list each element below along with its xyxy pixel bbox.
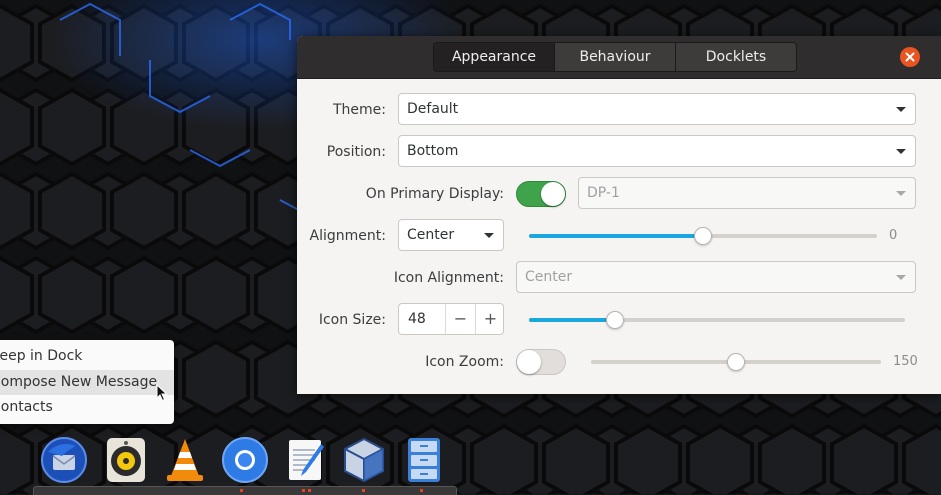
primary-display-label: On Primary Display: [365,186,504,202]
theme-label: Theme: [332,102,386,118]
icon-size-value[interactable]: 48 [408,304,426,334]
alignment-value: Center [407,227,455,243]
primary-display-switch[interactable] [516,181,566,207]
dock-preferences-window: Appearance Behaviour Docklets Theme: Def… [297,36,941,394]
running-indicator [420,489,423,492]
chevron-down-icon [896,107,906,112]
slider-fill [529,318,616,322]
theme-value: Default [407,101,459,117]
thunderbird-icon[interactable] [40,436,88,484]
icon-size-spinbox[interactable]: 48 − + [398,303,504,335]
display-value: DP-1 [587,185,620,201]
icon-zoom-switch[interactable] [516,349,566,375]
tab-bar: Appearance Behaviour Docklets [433,42,797,72]
display-combo: DP-1 [578,177,916,209]
text-editor-icon[interactable] [281,436,329,484]
running-indicator [240,489,243,492]
icon-size-slider-handle[interactable] [606,311,625,329]
window-titlebar[interactable]: Appearance Behaviour Docklets [297,36,941,79]
position-value: Bottom [407,143,459,159]
vlc-icon[interactable] [161,436,209,484]
switch-knob [517,350,541,374]
rhythmbox-icon[interactable] [102,436,150,484]
menu-item-label: Keep in Dock [0,348,83,364]
chevron-down-icon [896,275,906,280]
icon-alignment-combo: Center [516,261,916,293]
chevron-down-icon [484,233,494,238]
menu-item-label: Contacts [0,399,53,415]
dock-context-menu: Keep in Dock Compose New Message Contact… [0,340,174,424]
tab-docklets[interactable]: Docklets [676,43,796,71]
menu-item-compose-new-message[interactable]: Compose New Message [0,370,174,395]
alignment-slider-handle[interactable] [694,227,712,245]
position-combo[interactable]: Bottom [398,135,916,167]
icon-zoom-slider-handle [727,353,745,371]
close-icon [905,52,915,62]
chromium-icon[interactable] [221,436,269,484]
running-indicator [362,489,365,492]
alignment-combo[interactable]: Center [398,219,504,251]
mouse-pointer-icon [156,384,168,402]
menu-item-label: Compose New Message [0,374,158,390]
alignment-label: Alignment: [309,228,386,244]
alignment-offset-value: 0 [889,228,898,243]
decrement-button[interactable]: − [445,304,475,334]
tab-behaviour[interactable]: Behaviour [555,43,676,71]
icon-alignment-label: Icon Alignment: [393,270,504,286]
virtualbox-icon[interactable] [340,436,388,484]
close-button[interactable] [900,47,920,67]
icon-zoom-label: Icon Zoom: [425,354,504,370]
menu-item-keep-in-dock[interactable]: Keep in Dock [0,344,174,369]
position-label: Position: [326,144,386,160]
theme-combo[interactable]: Default [398,93,916,125]
icon-alignment-value: Center [525,269,573,285]
tab-appearance[interactable]: Appearance [434,43,555,71]
icon-zoom-value: 150 [893,354,918,369]
icon-size-slider[interactable] [529,318,905,322]
switch-knob [541,182,565,206]
running-indicator [308,489,311,492]
icon-size-label: Icon Size: [318,312,386,328]
slider-fill [529,234,703,238]
file-cabinet-icon[interactable] [400,436,448,484]
increment-button[interactable]: + [475,304,505,334]
menu-item-contacts[interactable]: Contacts [0,395,174,420]
running-indicator [302,489,305,492]
chevron-down-icon [896,149,906,154]
chevron-down-icon [896,191,906,196]
